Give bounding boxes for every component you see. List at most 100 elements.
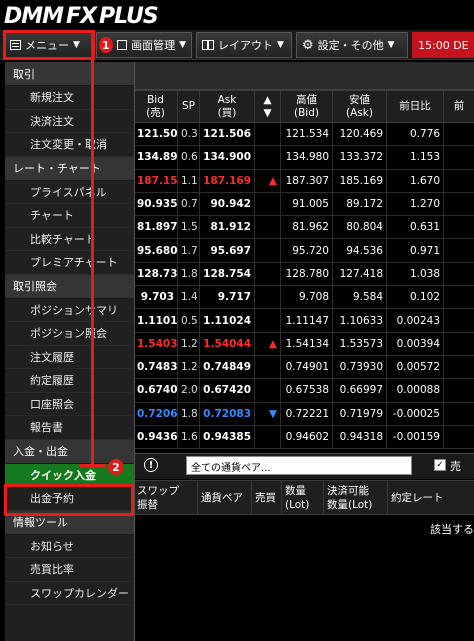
rate-table-header: Bid (売) SP Ask (買) ▲ ▼ 高値 (Bid) 安値 (Ask) 前日比前 (133, 90, 474, 123)
rate-cell-bid[interactable]: 1.54032 (133, 331, 178, 356)
rate-cell-ask[interactable]: 1.54044 (199, 331, 255, 356)
rate-row[interactable]: 9.703 1.4 9.717 9.708 9.584 0.102 (133, 285, 474, 310)
rate-row[interactable]: 81.897 1.5 81.912 81.962 80.804 0.631 (133, 215, 474, 240)
rate-cell-extra (443, 261, 474, 287)
rate-cell-ask[interactable]: 128.754 (199, 261, 255, 287)
rate-col-header[interactable]: 前 (443, 90, 474, 123)
position-col-header[interactable]: 約定レート (387, 480, 474, 515)
rate-cell-ask[interactable]: 187.169 (199, 168, 255, 193)
rate-cell-ask[interactable]: 0.72083 (199, 401, 255, 426)
rate-row[interactable]: 0.943691.60.94385 0.946020.94318-0.00159 (133, 424, 474, 450)
rate-cell-ask[interactable]: 90.942 (199, 191, 255, 217)
menu-item[interactable]: 注文履歴 (5, 346, 134, 369)
rate-cell-bid[interactable]: 95.680 (133, 238, 178, 263)
menu-button[interactable]: メニュー ▼ (4, 32, 92, 58)
menu-item[interactable]: 口座照会 (5, 393, 134, 416)
annotation-badge-1: 1 (99, 37, 113, 53)
layout-button[interactable]: レイアウト ▼ (196, 32, 292, 58)
rate-col-header[interactable]: ▲ ▼ (254, 90, 281, 123)
rate-cell-bid[interactable]: 9.703 (133, 285, 178, 310)
menu-item[interactable]: 決済注文 (5, 110, 134, 133)
rate-cell-dir: ▲ (254, 331, 281, 356)
rate-cell-bid[interactable]: 81.897 (133, 215, 178, 240)
rate-cell-ask[interactable]: 9.717 (199, 285, 255, 310)
menu-item[interactable]: ポジション照会 (5, 322, 134, 346)
rate-row[interactable]: 1.540321.21.54044▲1.541341.535730.00394 (133, 331, 474, 356)
menu-item[interactable]: 売買比率 (5, 558, 134, 582)
rate-cell-bid[interactable]: 0.94369 (133, 424, 178, 450)
rate-cell-ask[interactable]: 0.67420 (199, 378, 255, 403)
rate-cell-extra (443, 308, 474, 333)
rate-col-header[interactable]: Bid (売) (133, 90, 178, 123)
rate-cell-sp: 1.4 (177, 285, 200, 310)
rate-row[interactable]: 1.110190.51.11024 1.111471.106330.00243 (133, 308, 474, 333)
rate-cell-bid[interactable]: 1.11019 (133, 308, 178, 333)
rate-cell-low: 1.10633 (332, 308, 387, 333)
rate-row[interactable]: 187.1581.1187.169▲187.307185.1691.670 (133, 168, 474, 193)
rate-row[interactable]: 0.674002.00.67420 0.675380.669970.00088 (133, 378, 474, 403)
rate-cell-bid[interactable]: 121.503 (133, 121, 178, 147)
rate-row[interactable]: 95.680 1.7 95.697 95.720 94.536 0.971 (133, 238, 474, 263)
main-menu-dropdown: 取引 新規注文 決済注文 注文変更・取消 レート・チャート プライスパネル チャート 比較チャ… (5, 62, 135, 641)
position-col-header[interactable]: 数量 (Lot) (281, 480, 324, 515)
rate-cell-ask[interactable]: 121.506 (199, 121, 255, 147)
menu-item[interactable]: 比較チャート (5, 228, 134, 251)
sell-checkbox[interactable]: ✓ (434, 459, 446, 471)
rate-cell-bid[interactable]: 0.67400 (133, 378, 178, 403)
settings-button[interactable]: ⚙ 設定・その他 ▼ (296, 32, 408, 58)
menu-item[interactable]: 報告書 (5, 416, 134, 440)
position-col-header[interactable]: 売買 (251, 480, 282, 515)
rate-col-header[interactable]: SP (177, 90, 200, 123)
rate-cell-dir (254, 354, 281, 380)
rate-col-header[interactable]: 高値 (Bid) (280, 90, 333, 123)
rate-cell-extra (443, 401, 474, 426)
menu-item[interactable]: プレミアチャート (5, 251, 134, 275)
menu-item[interactable]: プライスパネル (5, 181, 134, 204)
currency-pair-select[interactable]: 全ての通貨ペア... (186, 456, 412, 475)
rate-cell-bid[interactable]: 90.935 (133, 191, 178, 217)
rate-col-header[interactable]: 前日比 (386, 90, 444, 123)
rate-row[interactable]: 90.935 0.7 90.942 91.005 89.172 1.270 (133, 191, 474, 217)
position-col-header[interactable]: スワップ 振替 (133, 480, 198, 515)
menu-item[interactable]: チャート (5, 204, 134, 228)
rate-row[interactable]: 121.5030.3121.506 121.534120.4690.776 (133, 121, 474, 147)
menu-item[interactable]: 出金予約 (5, 487, 134, 511)
menu-item[interactable]: 約定履歴 (5, 369, 134, 393)
screen-icon (116, 40, 128, 50)
menu-item[interactable]: 注文変更・取消 (5, 133, 134, 157)
rate-cell-bid[interactable]: 0.72065 (133, 401, 178, 426)
rate-cell-bid[interactable]: 134.894 (133, 145, 178, 170)
rate-cell-bid[interactable]: 187.158 (133, 168, 178, 193)
rate-col-header[interactable]: Ask (買) (199, 90, 255, 123)
menu-item[interactable]: ポジションサマリ (5, 299, 134, 322)
rate-cell-bid[interactable]: 128.736 (133, 261, 178, 287)
rate-cell-ask[interactable]: 95.697 (199, 238, 255, 263)
rate-cell-ask[interactable]: 0.74849 (199, 354, 255, 380)
logo-plus: PLUS (99, 3, 159, 29)
menu-section-title: 取引 (5, 62, 134, 86)
rate-row[interactable]: 0.748371.20.74849 0.749010.739300.00572 (133, 354, 474, 380)
info-icon[interactable]: ! (144, 458, 158, 472)
rate-cell-bid[interactable]: 0.74837 (133, 354, 178, 380)
rate-row[interactable]: 0.720651.80.72083▼0.722210.71979-0.00025 (133, 401, 474, 426)
rate-cell-ask[interactable]: 81.912 (199, 215, 255, 240)
rate-cell-chg: 0.971 (386, 238, 444, 263)
rate-col-header[interactable]: 安値 (Ask) (332, 90, 387, 123)
rate-cell-ask[interactable]: 1.11024 (199, 308, 255, 333)
empty-message: 該当する (430, 523, 474, 536)
screen-manage-button[interactable]: 1 画面管理 ▼ (96, 32, 192, 58)
menu-item[interactable]: 新規注文 (5, 86, 134, 110)
rate-row[interactable]: 134.8940.6134.900 134.980133.3721.153 (133, 145, 474, 170)
rate-row[interactable]: 128.7361.8128.754 128.780127.4181.038 (133, 261, 474, 287)
rate-cell-dir (254, 261, 281, 287)
rate-cell-dir: ▲ (254, 168, 281, 193)
position-col-header[interactable]: 決済可能 数量(Lot) (323, 480, 388, 515)
rate-cell-ask[interactable]: 0.94385 (199, 424, 255, 450)
sell-checkbox-label: 売 (450, 460, 461, 473)
menu-item[interactable]: お知らせ (5, 535, 134, 558)
rate-cell-ask[interactable]: 134.900 (199, 145, 255, 170)
menu-item[interactable]: スワップカレンダー (5, 582, 134, 605)
position-col-header[interactable]: 通貨ペア (197, 480, 252, 515)
rate-cell-extra (443, 238, 474, 263)
rate-cell-sp: 1.5 (177, 215, 200, 240)
